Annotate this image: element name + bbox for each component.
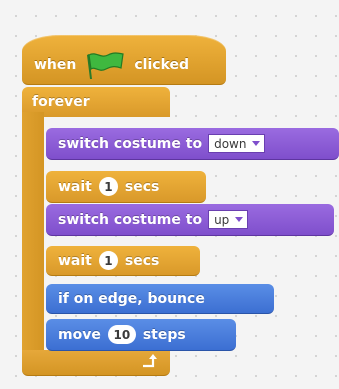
- switch-costume-block[interactable]: switch costume to up: [46, 204, 334, 236]
- move-steps-input[interactable]: 10: [107, 325, 136, 344]
- wait-seconds-input[interactable]: 1: [98, 177, 118, 196]
- forever-block[interactable]: forever: [22, 87, 170, 117]
- when-flag-clicked-block[interactable]: when clicked: [22, 35, 226, 85]
- block-label: steps: [142, 326, 186, 343]
- wait-block[interactable]: wait 1 secs: [46, 171, 206, 203]
- block-label: switch costume to: [58, 135, 203, 152]
- costume-dropdown-value: up: [214, 212, 230, 227]
- costume-dropdown[interactable]: down: [208, 134, 266, 153]
- green-flag-icon: [87, 51, 125, 79]
- block-label: secs: [124, 252, 160, 269]
- forever-label: forever: [32, 94, 90, 110]
- when-label: when: [34, 56, 77, 73]
- block-label: secs: [124, 178, 160, 195]
- forever-block-arm: [22, 112, 44, 352]
- block-label: move: [58, 326, 101, 343]
- forever-block-bottom: [22, 350, 170, 376]
- chevron-down-icon: [235, 217, 244, 222]
- block-label: wait: [58, 178, 92, 195]
- wait-block[interactable]: wait 1 secs: [46, 246, 200, 276]
- if-on-edge-bounce-block[interactable]: if on edge, bounce: [46, 284, 274, 314]
- scripts-area[interactable]: when clicked forever switch costume to d…: [0, 0, 339, 389]
- loop-arrow-icon: [143, 354, 157, 368]
- block-label: wait: [58, 252, 92, 269]
- clicked-label: clicked: [134, 56, 190, 73]
- costume-dropdown-value: down: [214, 136, 247, 151]
- move-steps-block[interactable]: move 10 steps: [46, 319, 236, 351]
- chevron-down-icon: [252, 141, 261, 146]
- block-label: if on edge, bounce: [58, 290, 205, 307]
- switch-costume-block[interactable]: switch costume to down: [46, 128, 339, 160]
- costume-dropdown[interactable]: up: [208, 210, 249, 229]
- block-label: switch costume to: [58, 211, 203, 228]
- wait-seconds-input[interactable]: 1: [98, 251, 118, 270]
